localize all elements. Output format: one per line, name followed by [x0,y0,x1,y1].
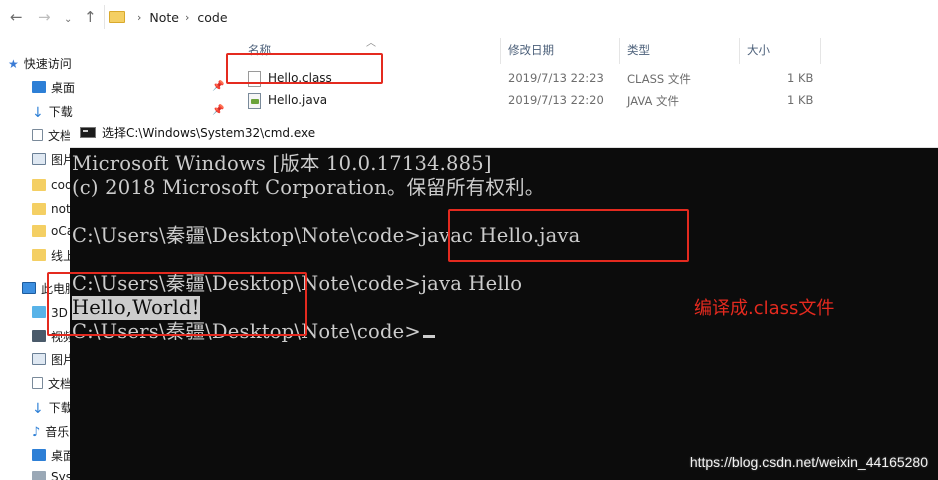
download-icon: ↓ [32,401,44,417]
annotation-text: 编译成.class文件 [694,298,835,319]
terminal-line: (c) 2018 Microsoft Corporation。保留所有权利。 [72,176,545,199]
file-size: 1 KB [787,71,814,85]
breadcrumb-code[interactable]: code [197,10,227,25]
folder-icon [32,203,46,215]
sidebar-item-quick-access[interactable]: ★ 快速访问 [8,52,234,74]
column-header-date[interactable]: 修改日期 [508,42,554,58]
watermark: https://blog.csdn.net/weixin_44165280 [689,454,928,470]
column-divider[interactable] [619,38,620,64]
address-bar: ← → ⌄ ↑ › Note › code [0,0,938,34]
chevron-down-icon[interactable]: ⌄ [64,11,72,29]
sidebar-item-label: Sys [51,470,72,480]
star-icon: ★ [8,57,19,71]
file-date: 2019/7/13 22:23 [508,71,604,85]
chevron-right-icon: › [137,10,142,24]
folder-icon [32,249,46,261]
chevron-right-icon: › [185,10,190,24]
pin-icon[interactable]: 📌 [212,81,224,92]
sidebar-item-label: 文档 [48,128,73,143]
pin-icon[interactable]: 📌 [212,105,224,116]
highlight-box-class-file [226,53,383,84]
sidebar-item-label: 桌面 [51,80,76,95]
desktop-icon [32,81,46,93]
file-name: Hello.java [268,93,328,107]
file-type: JAVA 文件 [627,94,679,108]
text-cursor [422,335,435,338]
sidebar-item-label: 音乐 [45,424,70,439]
folder-icon [109,11,125,23]
sort-ascending-icon: ︿ [366,38,376,49]
sidebar-item-label: 快速访问 [23,56,72,71]
file-date: 2019/7/13 22:20 [508,93,604,107]
folder-icon [32,179,46,191]
cube-icon [32,306,46,318]
java-file-icon [248,93,261,109]
computer-icon [22,282,36,294]
up-arrow-icon[interactable]: ↑ [84,8,97,26]
picture-icon [32,353,46,365]
table-row[interactable]: Hello.java 2019/7/13 22:20 JAVA 文件 1 KB [226,90,938,111]
terminal-line: Microsoft Windows [版本 10.0.17134.885] [72,152,492,175]
file-type: CLASS 文件 [627,72,691,86]
document-icon [32,129,43,141]
column-divider[interactable] [500,38,501,64]
column-header-type[interactable]: 类型 [627,42,650,58]
desktop-icon [32,449,46,461]
folder-icon [32,225,46,237]
cmd-title-bar[interactable]: 选择C:\Windows\System32\cmd.exe [70,118,938,148]
column-divider[interactable] [820,38,821,64]
sidebar-item-label: 下载 [48,104,73,119]
picture-icon [32,153,46,165]
file-size: 1 KB [787,93,814,107]
video-icon [32,330,46,342]
column-header-size[interactable]: 大小 [747,42,770,58]
sidebar-item-label: 文档 [48,376,73,391]
breadcrumb-note[interactable]: Note [149,10,179,25]
terminal-icon [80,127,96,138]
drive-icon [32,471,46,480]
document-icon [32,377,43,389]
download-icon: ↓ [32,105,44,121]
address-path[interactable]: › Note › code [104,5,938,29]
music-icon: ♪ [32,425,41,440]
cmd-title: 选择C:\Windows\System32\cmd.exe [102,126,316,140]
highlight-box-output [47,272,307,336]
forward-arrow-icon[interactable]: → [38,8,51,26]
highlight-box-javac-command [448,209,689,262]
column-divider[interactable] [739,38,740,64]
back-arrow-icon[interactable]: ← [10,8,23,26]
